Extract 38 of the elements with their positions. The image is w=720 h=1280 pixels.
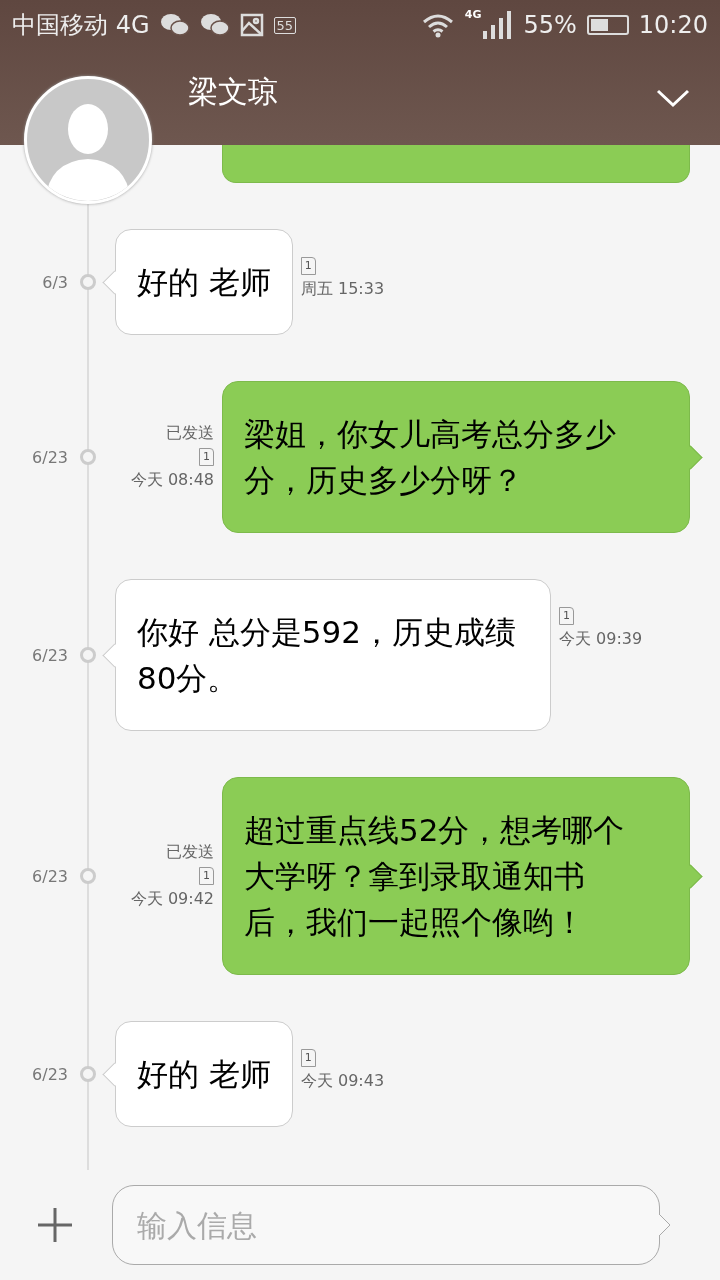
message-date: 6/23 [31, 1064, 68, 1084]
sim-badge: 1 [300, 257, 316, 275]
clock: 10:20 [638, 11, 708, 39]
wifi-icon [420, 12, 455, 38]
timeline-dot [80, 274, 96, 290]
message-time: 今天 09:42 [130, 889, 214, 910]
network-label: 4G [464, 8, 482, 21]
battery-icon [586, 15, 629, 35]
message-date: 6/3 [41, 272, 68, 292]
chat-app-icon [199, 12, 230, 38]
sent-status: 已发送 [166, 842, 214, 863]
sent-status: 已发送 [166, 423, 214, 444]
timeline-dot [80, 868, 96, 884]
sim-badge: 1 [300, 1049, 316, 1067]
message-time: 今天 08:48 [130, 470, 214, 491]
message-date: 6/23 [31, 866, 68, 886]
message-input[interactable]: 输入信息 [112, 1185, 660, 1265]
input-tail-icon [659, 1213, 671, 1237]
timeline-dot [80, 449, 96, 465]
sim-badge: 1 [199, 448, 214, 466]
timeline-dot [80, 1066, 96, 1082]
battery-percent: 55% [523, 11, 577, 39]
message-date: 6/23 [31, 447, 68, 467]
signal-icon [483, 11, 514, 39]
message-date: 6/23 [31, 645, 68, 665]
sim-badge: 1 [199, 867, 214, 885]
timeline-dot [80, 647, 96, 663]
carrier-label: 中国移动 4G [12, 10, 150, 41]
message-time: 今天 09:39 [559, 629, 643, 650]
message-time: 今天 09:43 [300, 1071, 385, 1092]
chat-app-icon [159, 12, 190, 38]
gallery-icon [239, 13, 264, 37]
sim-badge: 1 [559, 607, 574, 625]
add-icon[interactable] [36, 1206, 74, 1244]
notification-badge: 55 [273, 16, 297, 34]
contact-name: 梁文琼 [188, 73, 279, 111]
chevron-down-icon[interactable] [656, 87, 690, 108]
message-time: 周五 15:33 [300, 279, 385, 300]
